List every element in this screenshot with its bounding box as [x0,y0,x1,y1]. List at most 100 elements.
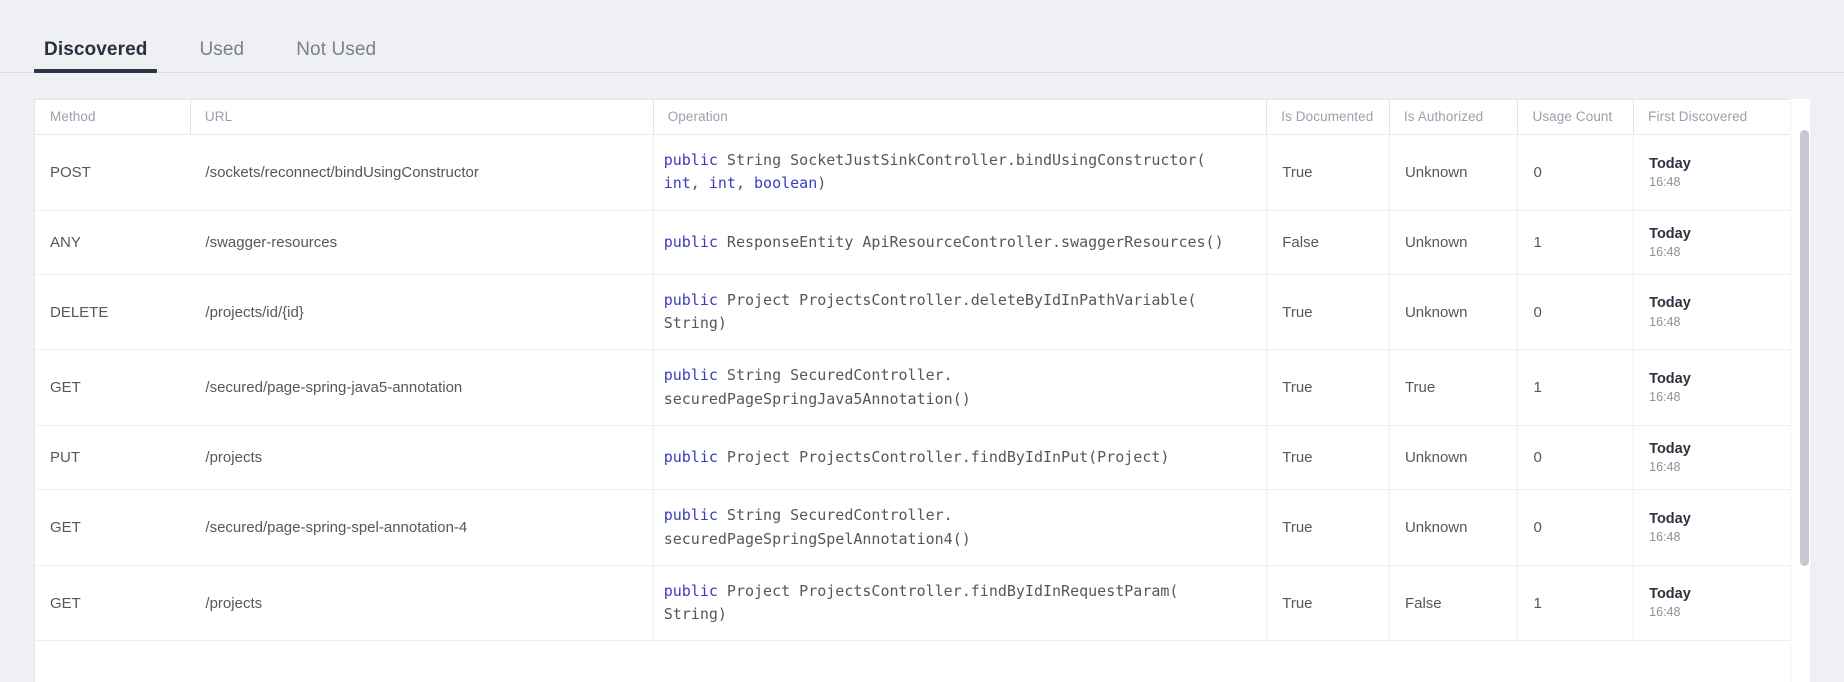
code-keyword: public [663,151,718,169]
table-row[interactable]: GET/secured/page-spring-spel-annotation-… [35,489,1809,566]
tab-discovered[interactable]: Discovered [33,40,158,73]
code-signature: securedPageSpringSpelAnnotation4() [663,529,971,548]
table-row[interactable]: ANY/swagger-resources public ResponseEnti… [35,210,1809,275]
tab-bar: Discovered Used Not Used [0,0,1844,73]
first-discovered-time: 16:48 [1649,460,1681,474]
cell-method: ANY [35,210,191,275]
table-header-row: Method URL Operation Is Documented Is Au… [35,100,1809,135]
code-keyword: public [663,581,718,600]
first-discovered-time: 16:48 [1649,529,1681,544]
first-discovered-day: Today [1649,295,1691,312]
cell-is-documented: True [1266,134,1390,211]
column-header-url[interactable]: URL [189,100,654,135]
code-signature: , [735,174,755,193]
cell-usage-count: 1 [1517,349,1634,426]
endpoints-table: Method URL Operation Is Documented Is Au… [35,100,1809,642]
tab-used[interactable]: Used [195,40,248,73]
table-row[interactable]: GET/projects public Project ProjectsContr… [35,565,1809,642]
cell-first-discovered: Today 16:48 [1633,349,1809,426]
first-discovered-day: Today [1649,586,1691,603]
cell-operation: public Project ProjectsController.delete… [652,274,1267,351]
cell-first-discovered: Today 16:48 [1633,210,1809,275]
cell-first-discovered: Today 16:48 [1633,134,1809,211]
code-keyword: public [663,366,718,385]
column-header-is-authorized[interactable]: Is Authorized [1388,100,1518,135]
cell-is-authorized: Unknown [1388,274,1518,351]
cell-is-authorized: True [1388,349,1518,426]
first-discovered-time: 16:48 [1649,244,1681,259]
cell-url: /projects [190,425,654,491]
code-signature: Project ProjectsController.findByIdInReq… [717,581,1179,600]
cell-operation: public Project ProjectsController.findBy… [652,565,1267,642]
first-discovered-time: 16:48 [1649,314,1681,329]
first-discovered-time: 16:48 [1649,605,1681,620]
code-signature: String) [663,314,727,333]
cell-is-documented: True [1266,274,1390,351]
cell-url: /secured/page-spring-spel-annotation-4 [190,489,654,566]
cell-first-discovered: Today 16:48 [1633,274,1809,351]
first-discovered-time: 16:48 [1649,174,1681,189]
first-discovered-day: Today [1649,510,1691,527]
cell-method: GET [35,489,191,566]
scrollbar-thumb[interactable] [1800,130,1809,566]
code-keyword: public [663,447,718,466]
cell-is-documented: False [1266,210,1390,275]
cell-method: GET [35,565,191,642]
column-header-usage-count[interactable]: Usage Count [1517,100,1634,135]
cell-is-documented: True [1266,349,1390,426]
endpoints-table-card: Method URL Operation Is Documented Is Au… [34,99,1810,682]
column-header-method[interactable]: Method [35,100,191,135]
code-keyword: int [708,174,736,193]
code-signature: securedPageSpringJava5Annotation() [663,389,971,408]
code-keyword: public [663,290,718,309]
first-discovered-day: Today [1649,225,1691,242]
table-row[interactable]: POST/sockets/reconnect/bindUsingConstruc… [35,134,1809,211]
cell-url: /swagger-resources [190,210,654,275]
tab-not-used[interactable]: Not Used [292,40,380,73]
column-header-first-discovered[interactable]: First Discovered [1633,100,1809,135]
cell-is-authorized: Unknown [1388,210,1518,275]
code-signature: String SecuredController. [717,366,953,385]
cell-operation: public ResponseEntity ApiResourceControl… [652,210,1267,275]
cell-usage-count: 1 [1517,210,1634,275]
cell-url: /sockets/reconnect/bindUsingConstructor [190,134,654,211]
table-header: Method URL Operation Is Documented Is Au… [35,100,1809,135]
cell-url: /projects [190,565,654,642]
code-signature: ) [817,174,827,193]
cell-first-discovered: Today 16:48 [1633,425,1809,491]
code-signature: String SocketJustSinkController.bindUsin… [717,151,1206,169]
table-body: POST/sockets/reconnect/bindUsingConstruc… [35,134,1809,642]
first-discovered-day: Today [1649,155,1691,172]
api-discovery-page: Discovered Used Not Used Method URL Oper… [0,0,1844,682]
cell-is-documented: True [1266,489,1390,566]
cell-usage-count: 0 [1517,134,1634,211]
table-row[interactable]: PUT/projects public Project ProjectsContr… [35,425,1809,491]
code-keyword: boolean [754,174,818,193]
cell-operation: public String SecuredController. securedP… [652,489,1267,566]
tab-not-used-label: Not Used [296,39,377,60]
column-header-is-documented[interactable]: Is Documented [1266,100,1390,135]
cell-first-discovered: Today 16:48 [1633,489,1809,566]
first-discovered-day: Today [1649,440,1691,457]
cell-url: /secured/page-spring-java5-annotation [190,349,654,426]
cell-usage-count: 0 [1517,425,1634,491]
table-row[interactable]: DELETE/projects/id/{id} public Project Pr… [35,274,1809,351]
cell-is-documented: True [1266,425,1390,491]
first-discovered-time: 16:48 [1649,390,1681,405]
code-signature: Project ProjectsController.deleteByIdInP… [717,290,1197,309]
cell-method: GET [35,349,191,426]
cell-is-authorized: Unknown [1388,425,1518,491]
cell-first-discovered: Today 16:48 [1633,565,1809,642]
vertical-scrollbar[interactable] [1800,130,1809,682]
cell-method: PUT [35,425,191,491]
table-row[interactable]: GET/secured/page-spring-java5-annotation… [35,349,1809,426]
code-signature: ResponseEntity ApiResourceController.swa… [717,232,1224,251]
first-discovered-day: Today [1649,370,1691,387]
cell-method: DELETE [35,274,191,351]
cell-operation: public String SocketJustSinkController.b… [652,134,1267,211]
code-signature: Project ProjectsController.findByIdInPut… [717,447,1170,466]
cell-is-documented: True [1266,565,1390,642]
code-keyword: public [663,232,718,251]
code-signature: , [690,174,709,193]
column-header-operation[interactable]: Operation [652,100,1267,135]
